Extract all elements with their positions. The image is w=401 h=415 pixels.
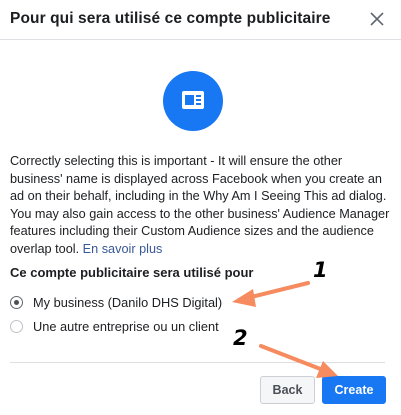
back-button[interactable]: Back	[260, 376, 315, 404]
usage-heading: Ce compte publicitaire sera utilisé pour	[10, 265, 254, 280]
option-my-business-label: My business (Danilo DHS Digital)	[33, 294, 223, 310]
option-other-business-label: Une autre entreprise ou un client	[33, 318, 219, 334]
create-button[interactable]: Create	[322, 376, 386, 404]
learn-more-link[interactable]: En savoir plus	[83, 242, 163, 256]
close-icon[interactable]	[366, 8, 388, 30]
option-my-business[interactable]: My business (Danilo DHS Digital)	[10, 292, 222, 312]
dialog-header: Pour qui sera utilisé ce compte publicit…	[0, 0, 401, 40]
arrow-to-my-business	[232, 281, 310, 307]
radio-my-business[interactable]	[10, 295, 23, 309]
step-2-label: 2	[233, 326, 248, 350]
radio-other-business[interactable]	[10, 319, 23, 333]
ad-account-card-icon	[163, 71, 223, 131]
dialog-title: Pour qui sera utilisé ce compte publicit…	[10, 10, 331, 27]
description-text: Correctly selecting this is important - …	[10, 154, 390, 256]
step-1-label: 1	[313, 258, 328, 282]
footer-divider	[10, 362, 385, 363]
description: Correctly selecting this is important - …	[10, 153, 394, 259]
option-other-business[interactable]: Une autre entreprise ou un client	[10, 316, 219, 336]
